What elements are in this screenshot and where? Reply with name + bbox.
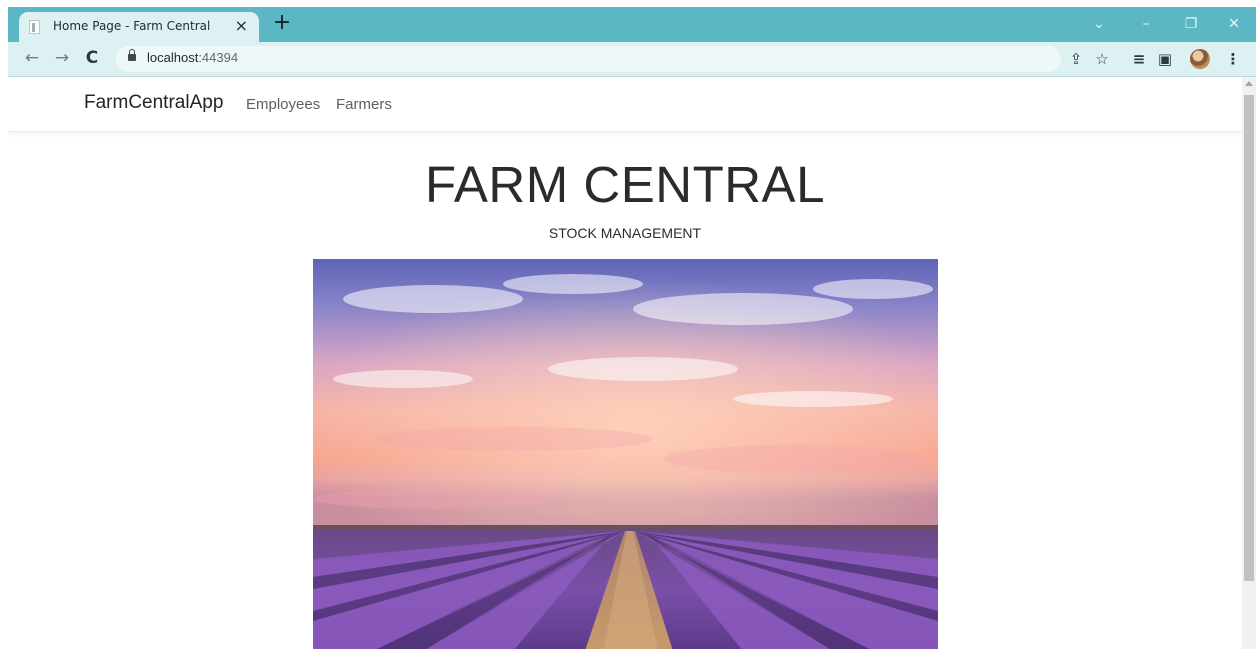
browser-window: Home Page - Farm Central × + ⌄ – ❐ ✕ ← →… <box>8 7 1256 649</box>
restore-button[interactable]: ❐ <box>1174 11 1208 37</box>
back-button[interactable]: ← <box>21 47 43 69</box>
tab-strip: Home Page - Farm Central × + ⌄ – ❐ ✕ <box>8 7 1256 42</box>
brand-link[interactable]: FarmCentralApp <box>84 92 223 114</box>
browser-tab[interactable]: Home Page - Farm Central × <box>19 12 259 42</box>
page-scrollbar[interactable] <box>1242 77 1256 649</box>
url-text: localhost:44394 <box>147 50 239 65</box>
nav-link-farmers[interactable]: Farmers <box>336 96 392 113</box>
page-viewport: FarmCentralApp Employees Farmers FARM CE… <box>8 77 1242 649</box>
browser-toolbar: ← → C localhost:44394 ⇪ ☆ ≡ ▣ ⋮ <box>8 42 1256 77</box>
reading-list-icon[interactable]: ≡ <box>1128 48 1150 70</box>
tab-search-icon[interactable]: ⌄ <box>1082 11 1116 37</box>
nav-link-employees[interactable]: Employees <box>246 96 320 113</box>
page-subtitle: STOCK MANAGEMENT <box>548 225 702 241</box>
lock-icon <box>128 49 136 61</box>
tab-title: Home Page - Farm Central <box>53 19 211 33</box>
side-panel-icon[interactable]: ▣ <box>1154 48 1176 70</box>
profile-avatar[interactable] <box>1190 49 1210 69</box>
minimize-button[interactable]: – <box>1129 11 1163 37</box>
page-title: FARM CENTRAL <box>425 156 825 213</box>
forward-button[interactable]: → <box>51 47 73 69</box>
new-tab-button[interactable]: + <box>270 12 294 36</box>
lavender-field-image <box>313 259 938 649</box>
close-window-button[interactable]: ✕ <box>1217 11 1251 37</box>
browser-menu-icon[interactable]: ⋮ <box>1222 48 1244 70</box>
tab-close-icon[interactable]: × <box>235 16 248 36</box>
scroll-up-arrow-icon[interactable] <box>1245 81 1253 86</box>
page-favicon-icon <box>29 20 40 34</box>
reload-button[interactable]: C <box>81 47 103 69</box>
site-navbar: FarmCentralApp Employees Farmers <box>8 77 1242 132</box>
scrollbar-thumb[interactable] <box>1244 95 1254 581</box>
bookmark-star-icon[interactable]: ☆ <box>1091 48 1113 70</box>
address-bar[interactable]: localhost:44394 <box>116 46 1061 72</box>
share-icon[interactable]: ⇪ <box>1065 48 1087 70</box>
